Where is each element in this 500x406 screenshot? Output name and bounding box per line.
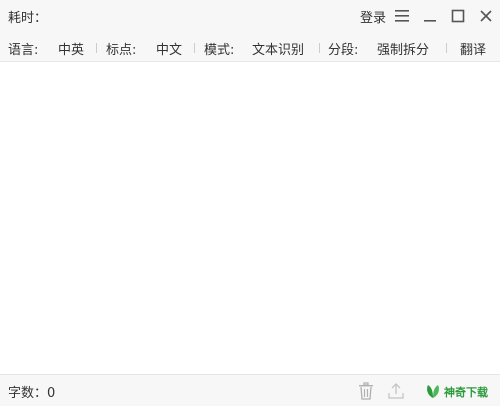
clear-button[interactable] (356, 381, 376, 401)
mode-select[interactable]: 文本识别 (252, 39, 304, 58)
divider (319, 43, 320, 53)
divider (446, 43, 447, 53)
options-toolbar: 语言: 中英 标点: 中文 模式: 文本识别 分段: 强制拆分 翻译 (0, 32, 500, 62)
elapsed-label: 耗时： (8, 11, 48, 26)
close-button[interactable] (476, 6, 496, 26)
divider (194, 43, 195, 53)
segment-select[interactable]: 强制拆分 (377, 39, 429, 58)
login-button[interactable]: 登录 (360, 7, 386, 26)
upload-icon (388, 383, 404, 399)
logo-text: 神奇下载 (444, 386, 488, 399)
minimize-icon (424, 20, 436, 22)
brand-logo: 神奇下载 (424, 381, 496, 401)
minimize-button[interactable] (420, 6, 440, 26)
maximize-icon (451, 9, 465, 23)
segment-label: 分段: (328, 43, 359, 58)
divider (96, 43, 97, 53)
language-select[interactable]: 中英 (58, 39, 84, 58)
trash-icon (359, 382, 373, 400)
status-bar: 字数：0 神奇下载 (0, 374, 500, 406)
leaf-icon (427, 385, 439, 398)
mode-label: 模式: (204, 43, 235, 58)
language-label: 语言: (8, 43, 39, 58)
punctuation-select[interactable]: 中文 (156, 39, 182, 58)
elapsed-time: 耗时： (8, 7, 51, 26)
punctuation-label: 标点: (106, 43, 137, 58)
word-count-value: 0 (47, 386, 56, 401)
maximize-button[interactable] (448, 6, 468, 26)
translate-button[interactable]: 翻译 (460, 39, 486, 58)
title-bar: 耗时： 登录 (0, 0, 500, 32)
menu-icon (395, 10, 409, 22)
menu-button[interactable] (392, 6, 412, 26)
close-icon (480, 10, 492, 22)
result-text-area[interactable] (0, 62, 500, 374)
export-button[interactable] (386, 381, 406, 401)
word-count-label: 字数： (8, 386, 48, 401)
word-count: 字数：0 (8, 382, 55, 401)
